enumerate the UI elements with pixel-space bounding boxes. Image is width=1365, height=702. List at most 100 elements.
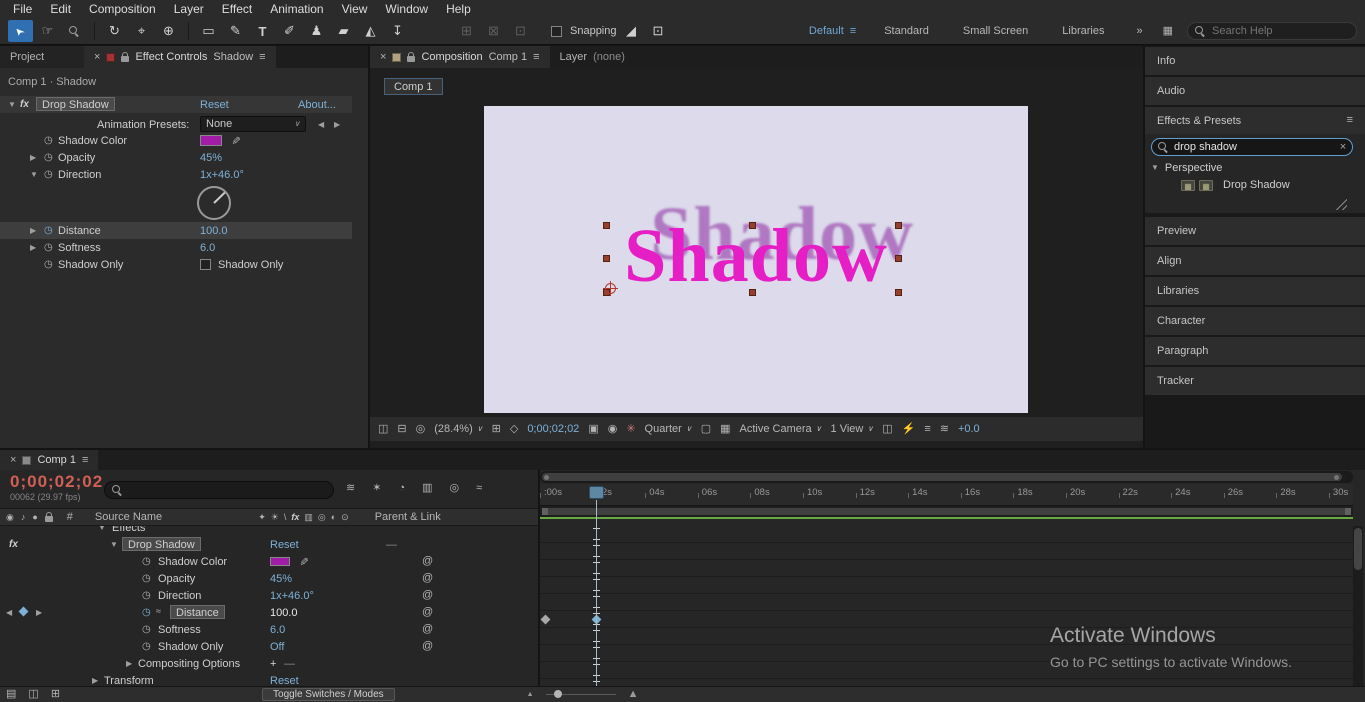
effect-name[interactable]: Drop Shadow bbox=[122, 537, 201, 551]
zoom-tool-icon[interactable] bbox=[62, 20, 87, 42]
anchor-point-icon[interactable] bbox=[603, 281, 618, 296]
keyframe-diamond[interactable] bbox=[540, 614, 551, 625]
pick-whip-icon[interactable]: @ bbox=[422, 641, 433, 652]
selection-handle[interactable] bbox=[749, 289, 756, 296]
in-out-pane-icon[interactable]: ⊞ bbox=[51, 689, 60, 700]
collapse-icon[interactable]: ▼ bbox=[98, 526, 106, 532]
stopwatch-active-icon[interactable]: ◷ bbox=[44, 225, 53, 236]
add-compositing-icon[interactable]: + bbox=[270, 658, 276, 670]
panel-resize-corner[interactable] bbox=[1333, 196, 1347, 210]
effects-presets-search[interactable]: drop shadow × bbox=[1151, 138, 1353, 156]
camera-view-dropdown[interactable]: Active Camera ∨ bbox=[740, 423, 822, 435]
type-tool-icon[interactable]: T bbox=[250, 20, 275, 42]
add-keyframe-icon[interactable] bbox=[18, 606, 29, 617]
menu-view[interactable]: View bbox=[333, 1, 377, 17]
shape-tool-icon[interactable]: ▭ bbox=[196, 20, 221, 42]
collapse-switch-icon[interactable]: ☀ bbox=[271, 512, 279, 522]
selection-handle[interactable] bbox=[603, 255, 610, 262]
panel-character[interactable]: Character bbox=[1145, 307, 1365, 335]
shadow-color-swatch[interactable] bbox=[270, 557, 290, 566]
zoom-in-mountain-icon[interactable]: ▲ bbox=[628, 689, 639, 700]
previous-preset-icon[interactable]: ◀ bbox=[318, 121, 324, 129]
panel-menu-icon[interactable]: ≡ bbox=[533, 51, 539, 63]
draft-3d-icon[interactable]: ✶ bbox=[372, 483, 381, 494]
lock-icon[interactable] bbox=[407, 51, 416, 62]
magnification-dropdown[interactable]: (28.4%) ∨ bbox=[434, 423, 482, 435]
distance-row[interactable]: ▶ ◷ Distance 100.0 bbox=[0, 222, 352, 239]
pick-whip-icon[interactable]: @ bbox=[422, 624, 433, 635]
tab-composition[interactable]: × Composition Comp 1 ≡ bbox=[370, 46, 550, 68]
distance-value[interactable]: 100.0 bbox=[200, 225, 228, 237]
3d-switch-icon[interactable]: ⊙ bbox=[341, 512, 349, 522]
pick-whip-icon[interactable]: @ bbox=[422, 573, 433, 584]
timeline-lanes[interactable] bbox=[540, 526, 1353, 686]
current-time-indicator-line[interactable] bbox=[596, 500, 597, 686]
next-keyframe-icon[interactable]: ▶ bbox=[36, 609, 42, 617]
axis-mode-world-icon[interactable]: ⊠ bbox=[481, 20, 506, 42]
graph-editor-icon[interactable]: ≈ bbox=[476, 483, 482, 494]
menu-file[interactable]: File bbox=[4, 1, 41, 17]
shadow-only-value[interactable]: Off bbox=[270, 641, 284, 653]
toggle-switches-modes-button[interactable]: Toggle Switches / Modes bbox=[262, 688, 395, 701]
workspace-menu-icon[interactable]: ≡ bbox=[850, 25, 856, 37]
effect-about-link[interactable]: About... bbox=[298, 99, 336, 111]
layer-switches-pane-icon[interactable]: ▤ bbox=[6, 689, 16, 700]
expand-icon[interactable]: ▶ bbox=[126, 660, 132, 668]
column-parent-link[interactable]: Parent & Link bbox=[375, 511, 441, 523]
scrollbar-thumb[interactable] bbox=[1354, 528, 1362, 570]
lane-compositing[interactable] bbox=[540, 662, 1353, 679]
workspace-default[interactable]: Default bbox=[809, 25, 844, 37]
effect-reset-link[interactable]: Reset bbox=[270, 539, 299, 551]
shadow-color-swatch[interactable] bbox=[200, 135, 222, 146]
snap-3d-icon[interactable]: ⊡ bbox=[646, 20, 671, 42]
help-search-input[interactable] bbox=[1212, 25, 1342, 37]
comp-mini-flowchart-icon[interactable]: ≋ bbox=[346, 483, 355, 494]
selection-handle[interactable] bbox=[895, 222, 902, 229]
expand-icon[interactable]: ▶ bbox=[30, 227, 36, 235]
drop-shadow-effect-row[interactable]: fx ▼ Drop Shadow Reset — bbox=[0, 536, 538, 553]
adjustment-switch-icon[interactable]: ◐ bbox=[331, 512, 336, 522]
effect-name[interactable]: Drop Shadow bbox=[36, 97, 115, 111]
zoom-out-mountain-icon[interactable]: ▲ bbox=[527, 691, 534, 698]
stopwatch-icon[interactable]: ◷ bbox=[44, 152, 53, 163]
audio-column-icon[interactable]: ♪ bbox=[21, 512, 26, 522]
frame-blend-switch-icon[interactable]: ▥ bbox=[304, 512, 313, 522]
selection-handle[interactable] bbox=[603, 222, 610, 229]
panel-libraries[interactable]: Libraries bbox=[1145, 277, 1365, 305]
menu-window[interactable]: Window bbox=[376, 1, 437, 17]
work-area-bar[interactable] bbox=[540, 506, 1353, 517]
navigator-handle[interactable] bbox=[1334, 475, 1339, 480]
stopwatch-icon[interactable]: ◷ bbox=[142, 590, 151, 601]
column-source-name[interactable]: Source Name bbox=[95, 511, 162, 523]
collapse-icon[interactable]: ▼ bbox=[110, 541, 118, 549]
pick-whip-icon[interactable]: @ bbox=[422, 556, 433, 567]
view-menu-icon[interactable]: ◎ bbox=[416, 423, 426, 435]
lock-column-icon[interactable] bbox=[44, 511, 53, 522]
pixel-aspect-icon[interactable]: ◫ bbox=[882, 423, 892, 435]
lane-shadow-color[interactable] bbox=[540, 560, 1353, 577]
stopwatch-active-icon[interactable]: ◷ bbox=[142, 607, 151, 618]
menu-effect[interactable]: Effect bbox=[213, 1, 261, 17]
menu-animation[interactable]: Animation bbox=[261, 1, 332, 17]
lane-transform[interactable] bbox=[540, 679, 1353, 686]
axis-mode-local-icon[interactable]: ⊞ bbox=[454, 20, 479, 42]
stopwatch-icon[interactable]: ◷ bbox=[142, 573, 151, 584]
direction-dial[interactable] bbox=[197, 186, 231, 220]
canvas-text-layer[interactable]: Shadow bbox=[484, 218, 1028, 294]
distance-value[interactable]: 100.0 bbox=[270, 607, 298, 619]
hide-shy-layers-icon[interactable]: ◔ bbox=[398, 483, 405, 494]
region-of-interest-icon[interactable]: ▢ bbox=[701, 423, 711, 435]
panel-align[interactable]: Align bbox=[1145, 247, 1365, 275]
stopwatch-icon[interactable]: ◷ bbox=[142, 641, 151, 652]
current-timecode[interactable]: 0;00;02;02 bbox=[10, 472, 103, 492]
camera-tool-icon[interactable]: ⌖ bbox=[129, 20, 154, 42]
snapshot-icon[interactable]: ▣ bbox=[588, 423, 598, 435]
axis-mode-view-icon[interactable]: ⊡ bbox=[508, 20, 533, 42]
softness-value[interactable]: 6.0 bbox=[270, 624, 285, 636]
stopwatch-icon[interactable]: ◷ bbox=[44, 135, 53, 146]
pen-tool-icon[interactable]: ✎ bbox=[223, 20, 248, 42]
preset-group-perspective[interactable]: ▼ Perspective bbox=[1151, 162, 1222, 174]
stopwatch-icon[interactable]: ◷ bbox=[142, 624, 151, 635]
selection-tool-icon[interactable]: ➤ bbox=[8, 20, 33, 42]
eraser-tool-icon[interactable]: ▰ bbox=[331, 20, 356, 42]
